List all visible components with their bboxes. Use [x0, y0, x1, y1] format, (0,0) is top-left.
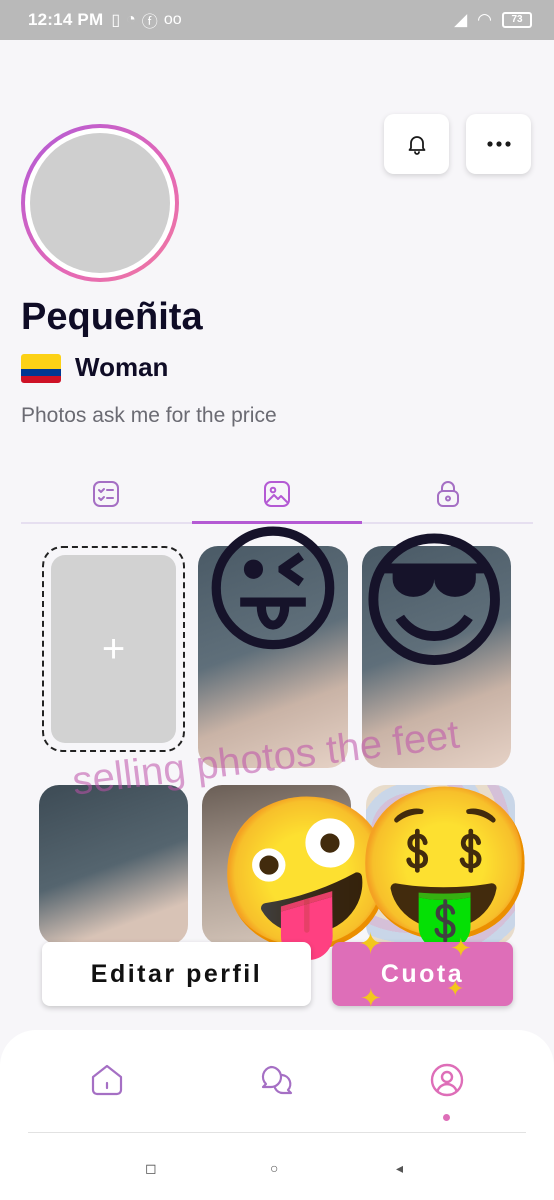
home-icon	[91, 1064, 123, 1096]
facebook-icon: ⓕ	[141, 14, 158, 31]
nav-chat[interactable]	[257, 1060, 297, 1100]
signal-icon: ◢	[454, 10, 468, 29]
chat-icon	[261, 1065, 293, 1095]
nav-profile[interactable]	[427, 1060, 467, 1100]
checklist-icon	[93, 481, 120, 507]
colombia-flag-icon	[21, 354, 61, 383]
bottom-navigation: ◻ ○ ◂	[0, 1030, 554, 1200]
profile-bio: Photos ask me for the price	[21, 404, 277, 427]
back-system-button[interactable]: ◂	[396, 1160, 403, 1177]
nav-home[interactable]	[87, 1060, 127, 1100]
battery-icon: 73	[502, 12, 532, 28]
status-bar: 12:14 PM ▯ ◔ ⓕ oo ◢ ◠ 73	[0, 0, 554, 40]
sparkle-icon: ✦	[450, 933, 472, 963]
voicemail-icon: oo	[163, 11, 182, 28]
avatar[interactable]	[21, 124, 179, 282]
add-photo-button[interactable]: +	[42, 546, 185, 752]
status-right: ◢ ◠ 73	[454, 10, 532, 30]
active-indicator-dot	[443, 1114, 450, 1121]
profile-icon	[430, 1063, 464, 1097]
plus-icon: +	[101, 626, 126, 671]
money-mouth-emoji-sticker: 🤑	[352, 778, 539, 952]
bell-icon	[408, 136, 425, 155]
nav-divider	[28, 1132, 526, 1133]
profile-gender: Woman	[75, 352, 169, 382]
avatar-placeholder	[30, 133, 170, 273]
profile-name: Pequeñita	[21, 296, 203, 338]
add-photo-placeholder: +	[51, 555, 176, 743]
sparkle-icon: ✦	[446, 976, 465, 1001]
status-icons: ▯ ◔ ⓕ oo	[111, 8, 181, 32]
notifications-button[interactable]	[384, 114, 449, 174]
data-saver-icon: ◔	[126, 11, 136, 28]
tab-locked[interactable]	[362, 466, 533, 522]
winking-tongue-emoji-sticker: 😜	[200, 510, 346, 673]
sparkle-icon: ✦	[360, 983, 382, 1013]
more-icon	[486, 141, 511, 147]
tab-posts[interactable]	[21, 466, 192, 522]
vibrate-icon: ▯	[111, 12, 121, 29]
home-system-button[interactable]: ○	[270, 1160, 278, 1176]
status-time: 12:14 PM	[28, 10, 104, 29]
sunglasses-emoji-sticker: 😎	[356, 516, 513, 690]
gallery-icon	[264, 481, 290, 507]
wifi-icon: ◠	[477, 10, 492, 29]
more-options-button[interactable]	[466, 114, 531, 174]
sparkle-icon: ✦	[358, 928, 384, 961]
recents-system-button[interactable]: ◻	[145, 1160, 157, 1177]
edit-profile-button[interactable]: Editar perfil	[42, 942, 311, 1006]
gallery-photo[interactable]	[39, 785, 188, 945]
lock-icon	[436, 481, 459, 507]
